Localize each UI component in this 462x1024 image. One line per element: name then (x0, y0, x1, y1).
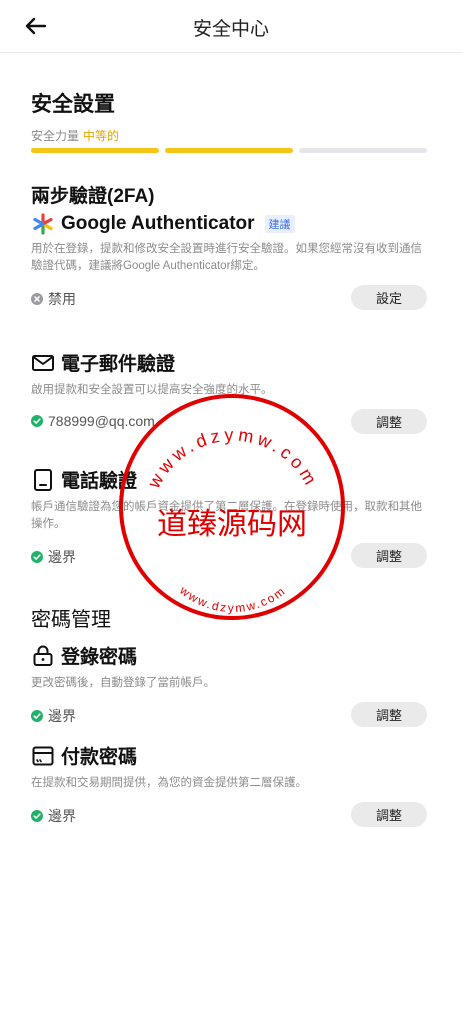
login-password-desc: 更改密碼後，自動登錄了當前帳戶。 (31, 677, 215, 689)
check-icon (31, 810, 43, 822)
top-bar: 安全中心 (0, 0, 462, 53)
phone-icon (34, 468, 52, 491)
disabled-x-icon (31, 293, 43, 305)
security-settings-heading: 安全設置 (31, 93, 115, 116)
email-verification-item: 電子郵件驗證 啟用提款和安全設置可以提高安全強度的水平。 788999@qq.c… (31, 349, 427, 435)
twofa-section: 兩步驗證(2FA) (31, 181, 427, 208)
payment-password-status: 邊界 (31, 806, 76, 826)
payment-password-title: 付款密碼 (61, 747, 138, 768)
recommended-badge: 建議 (264, 215, 295, 233)
strength-label: 安全力量 (31, 129, 80, 143)
email-verification-title: 電子郵件驗證 (61, 354, 176, 375)
email-address: 788999@qq.com (48, 413, 155, 429)
strength-value: 中等的 (83, 129, 120, 143)
phone-verification-item: 電話驗證 帳戶通信驗證為您的帳戶資金提供了第二層保護。在登錄時使用，取款和其他操… (31, 466, 427, 569)
page-title: 安全中心 (192, 19, 269, 40)
login-password-status-text: 邊界 (48, 708, 76, 724)
phone-status-text: 邊界 (48, 549, 76, 565)
strength-bar-1 (31, 148, 159, 153)
phone-verification-desc: 帳戶通信驗證為您的帳戶資金提供了第二層保護。在登錄時使用，取款和其他操作。 (31, 501, 422, 530)
google-authenticator-desc: 用於在登錄，提款和修改安全設置時進行安全驗證。如果您經常沒有收到通信驗證代碼，建… (31, 243, 422, 272)
check-icon (31, 710, 43, 722)
google-authenticator-status: 禁用 (31, 289, 76, 309)
google-authenticator-icon (33, 213, 53, 235)
lock-icon (33, 645, 53, 666)
password-management-title: 密碼管理 (31, 609, 111, 631)
strength-meter (31, 148, 427, 154)
login-password-title: 登錄密碼 (61, 647, 138, 668)
login-password-adjust-button[interactable]: 調整 (351, 702, 427, 727)
envelope-icon (32, 354, 54, 371)
strength-bar-3 (299, 148, 427, 153)
email-verification-desc: 啟用提款和安全設置可以提高安全強度的水平。 (31, 384, 273, 396)
check-icon (31, 551, 43, 563)
google-authenticator-status-text: 禁用 (48, 291, 76, 307)
password-management-section: 密碼管理 (31, 603, 427, 632)
payment-password-status-text: 邊界 (48, 808, 76, 824)
login-password-item: 登錄密碼 更改密碼後，自動登錄了當前帳戶。 邊界 調整 (31, 642, 427, 728)
email-verification-status: 788999@qq.com (31, 413, 155, 429)
payment-password-item: 付款密碼 在提款和交易期間提供，為您的資金提供第二層保護。 邊界 調整 (31, 742, 427, 828)
phone-verification-title: 電話驗證 (61, 471, 138, 492)
phone-verification-status: 邊界 (31, 547, 76, 567)
payment-password-adjust-button[interactable]: 調整 (351, 802, 427, 827)
phone-adjust-button[interactable]: 調整 (351, 543, 427, 568)
email-adjust-button[interactable]: 調整 (351, 409, 427, 434)
google-authenticator-title: Google Authenticator (61, 213, 255, 234)
strength-bar-2 (165, 148, 293, 153)
security-strength: 安全力量 中等的 (31, 127, 119, 144)
payment-card-icon (32, 746, 54, 765)
payment-password-desc: 在提款和交易期間提供，為您的資金提供第二層保護。 (31, 777, 307, 789)
google-authenticator-item: Google Authenticator 建議 用於在登錄，提款和修改安全設置時… (31, 213, 427, 311)
login-password-status: 邊界 (31, 706, 76, 726)
check-icon (31, 415, 43, 427)
twofa-section-title: 兩步驗證(2FA) (31, 186, 155, 207)
google-authenticator-setup-button[interactable]: 設定 (351, 285, 427, 310)
